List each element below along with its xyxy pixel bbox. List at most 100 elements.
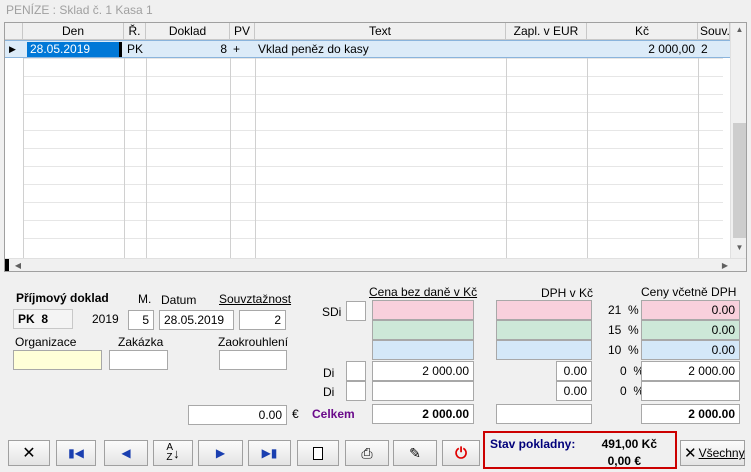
organizace-field[interactable]	[13, 350, 102, 370]
cena-10-field[interactable]	[372, 340, 474, 360]
di1-cena-field[interactable]: 2 000.00	[372, 361, 474, 381]
column-header-rada[interactable]: Ř.	[124, 23, 146, 40]
column-header-pv[interactable]: PV	[230, 23, 255, 40]
sort-button[interactable]: A Z ↓	[153, 440, 193, 466]
di2-incl-field[interactable]	[641, 381, 740, 401]
text-cursor	[119, 42, 122, 57]
cash-records-grid[interactable]: Den Ř. Doklad PV Text Zapl. v EUR Kč Sou…	[4, 22, 747, 272]
first-record-button[interactable]: ▮◀	[56, 440, 96, 466]
arrow-left-icon: ◀	[121, 446, 131, 460]
skip-last-icon: ▶▮	[261, 446, 278, 460]
celkem-incl-field: 2 000.00	[641, 404, 740, 424]
show-all-button[interactable]: ✕ Všechny	[680, 440, 745, 466]
rate-21-label: 21 %	[608, 303, 639, 317]
dph-header: DPH v Kč	[541, 286, 594, 300]
column-header-kc[interactable]: Kč	[587, 23, 698, 40]
row-indicator-header	[5, 23, 23, 40]
di2-checkbox[interactable]	[346, 381, 366, 401]
di1-incl-field[interactable]: 2 000.00	[641, 361, 740, 381]
column-header-eur[interactable]: Zapl. v EUR	[506, 23, 587, 40]
doc-type-box: PK 8	[13, 309, 73, 329]
new-document-icon	[313, 446, 323, 460]
ceny-vcetne-dph-header: Ceny včetně DPH	[641, 285, 737, 299]
zaokrouhleni-field[interactable]	[219, 350, 287, 370]
incl-15-field[interactable]: 0.00	[641, 320, 740, 340]
eur-symbol: €	[292, 407, 299, 421]
di1-label: Di	[323, 366, 335, 380]
cell-doklad[interactable]: 8	[146, 41, 230, 58]
cena-15-field[interactable]	[372, 320, 474, 340]
date-label: Datum	[161, 293, 197, 307]
edit-button[interactable]: ✎	[393, 440, 437, 466]
di2-label: Di	[323, 385, 335, 399]
di2-cena-field[interactable]	[372, 381, 474, 401]
delete-button[interactable]: ✕	[8, 440, 50, 466]
doc-title: Příjmový doklad	[16, 291, 109, 305]
column-header-text[interactable]: Text	[255, 23, 506, 40]
di1-dph-field[interactable]: 0.00	[556, 361, 592, 381]
sort-az-icon: AZ	[166, 442, 174, 463]
rate-10-label: 10 %	[608, 343, 639, 357]
pencil-icon: ✎	[409, 444, 421, 461]
close-x-icon: ✕	[22, 445, 36, 462]
cell-den[interactable]: 28.05.2019	[27, 42, 119, 57]
window-title: PENÍZE : Sklad č. 1 Kasa 1	[0, 0, 751, 20]
new-document-button[interactable]	[297, 440, 339, 466]
doc-type: PK	[18, 312, 35, 326]
zaokrouhleni-label: Zaokrouhlení	[218, 335, 289, 349]
zakazka-label: Zakázka	[118, 335, 164, 349]
cell-souv[interactable]: 2	[698, 41, 730, 58]
power-icon: ⏻	[455, 444, 467, 462]
next-record-button[interactable]: ▶	[198, 440, 243, 466]
cell-text[interactable]: Vklad peněz do kasy	[255, 41, 506, 58]
print-button[interactable]: ⎙	[345, 440, 389, 466]
row-pointer-icon: ▶	[9, 44, 16, 54]
souvztaznost-field[interactable]: 2	[239, 310, 286, 330]
column-header-souv[interactable]: Souv.	[698, 23, 730, 40]
cash-status-eur: 0,00 €	[607, 454, 641, 468]
cell-pv[interactable]: +	[230, 41, 255, 58]
sdi-checkbox[interactable]	[346, 301, 366, 321]
dph-10-field[interactable]	[496, 340, 592, 360]
celkem-dph-field	[496, 404, 592, 424]
date-field[interactable]: 28.05.2019	[159, 310, 234, 330]
month-label: M.	[138, 292, 152, 306]
dph-21-field[interactable]	[496, 300, 592, 320]
eur-amount-field[interactable]: 0.00	[188, 405, 287, 425]
printer-icon: ⎙	[361, 444, 373, 461]
dph-15-field[interactable]	[496, 320, 592, 340]
cash-status-kc: 491,00 Kč	[601, 437, 657, 451]
celkem-label: Celkem	[312, 407, 355, 421]
di2-dph-field[interactable]: 0.00	[556, 381, 592, 401]
cena-21-field[interactable]	[372, 300, 474, 320]
power-button[interactable]: ⏻	[442, 440, 480, 466]
celkem-cena-field: 2 000.00	[372, 404, 474, 424]
doc-year: 2019	[92, 312, 119, 326]
cena-bez-dane-header: Cena bez daně v Kč	[369, 285, 478, 299]
column-header-den[interactable]: Den	[23, 23, 124, 40]
scroll-down-icon[interactable]: ▼	[731, 243, 746, 257]
column-header-doklad[interactable]: Doklad	[146, 23, 230, 40]
cell-kc[interactable]: 2 000,00	[587, 41, 698, 58]
scroll-right-icon[interactable]: ▶	[718, 259, 732, 271]
doc-number: 8	[41, 312, 49, 326]
month-field[interactable]: 5	[128, 310, 154, 330]
scroll-left-icon[interactable]: ◀	[11, 259, 25, 271]
previous-record-button[interactable]: ◀	[104, 440, 148, 466]
incl-10-field[interactable]: 0.00	[641, 340, 740, 360]
rate-15-label: 15 %	[608, 323, 639, 337]
cash-status-box: Stav pokladny: 491,00 Kč 0,00 €	[483, 431, 677, 469]
scroll-thumb[interactable]	[733, 123, 746, 238]
cell-eur[interactable]	[506, 41, 587, 58]
incl-21-field[interactable]: 0.00	[641, 300, 740, 320]
arrow-right-icon: ▶	[215, 446, 226, 460]
horizontal-scrollbar[interactable]: ◀ ▶	[5, 258, 746, 271]
scroll-up-icon[interactable]: ▲	[731, 25, 746, 39]
di1-checkbox[interactable]	[346, 361, 366, 381]
cell-rada[interactable]: PK	[124, 41, 146, 58]
last-record-button[interactable]: ▶▮	[248, 440, 291, 466]
cash-status-label: Stav pokladny:	[490, 437, 576, 451]
vertical-scrollbar[interactable]: ▲ ▼	[730, 23, 746, 258]
sdi-label: SDi	[322, 305, 342, 319]
zakazka-field[interactable]	[109, 350, 168, 370]
